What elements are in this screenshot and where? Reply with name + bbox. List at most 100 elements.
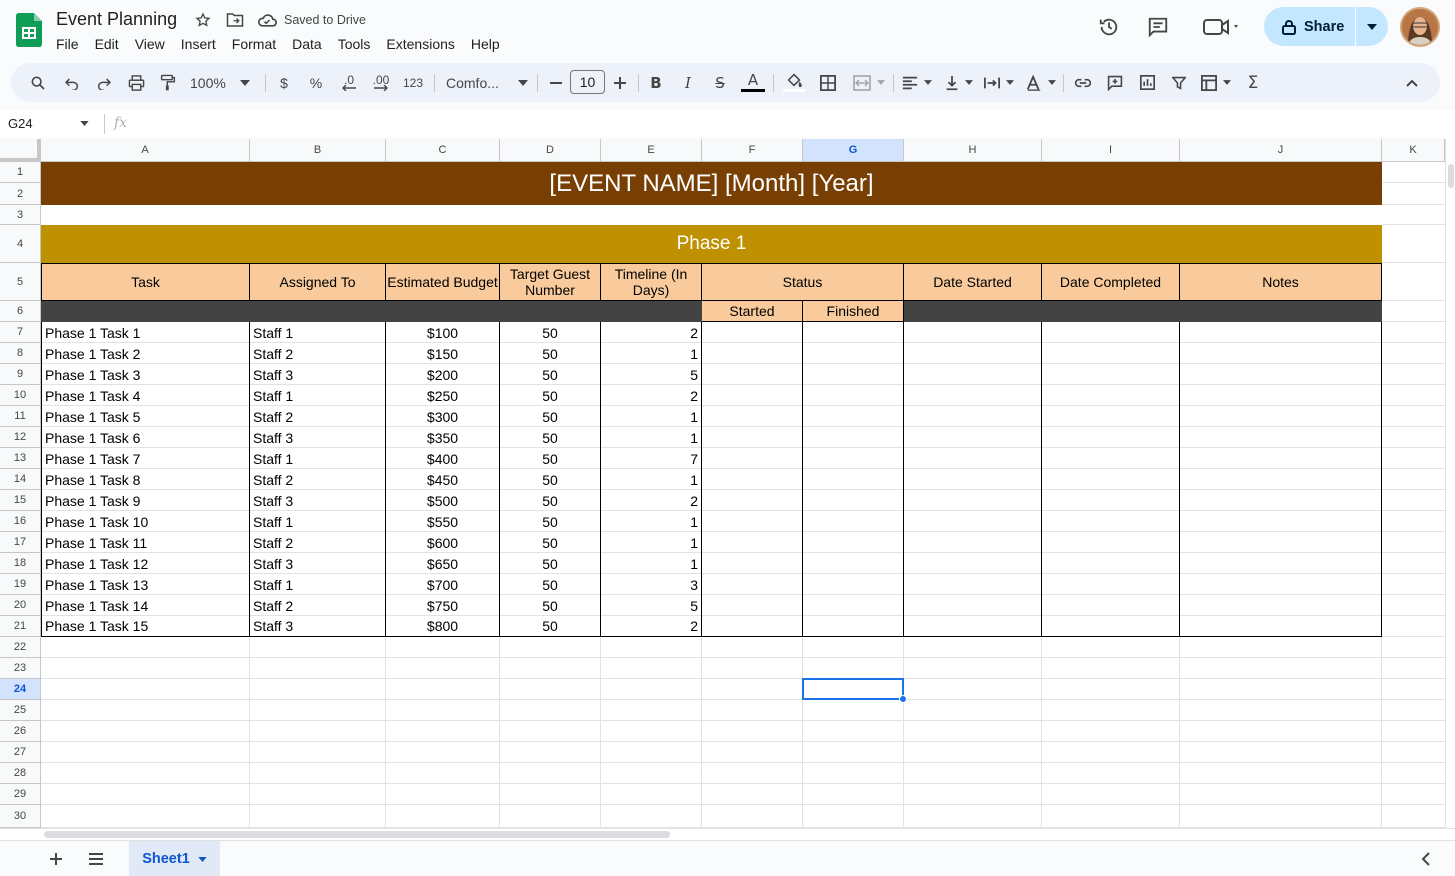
cell-empty[interactable] bbox=[1180, 490, 1382, 511]
menu-file[interactable]: File bbox=[48, 33, 87, 55]
cell-assigned[interactable]: Staff 1 bbox=[250, 574, 386, 595]
cell-assigned[interactable]: Staff 2 bbox=[250, 406, 386, 427]
cell-empty[interactable] bbox=[1042, 469, 1180, 490]
cell-empty[interactable] bbox=[904, 448, 1042, 469]
cell-empty[interactable] bbox=[904, 595, 1042, 616]
cell-empty[interactable] bbox=[702, 469, 803, 490]
horizontal-align-icon[interactable] bbox=[900, 63, 934, 102]
cell-task[interactable]: Phase 1 Task 14 bbox=[41, 595, 250, 616]
menu-data[interactable]: Data bbox=[284, 33, 330, 55]
row-header-20[interactable]: 20 bbox=[0, 595, 41, 616]
cell-assigned[interactable]: Staff 3 bbox=[250, 427, 386, 448]
cell-empty[interactable] bbox=[1042, 343, 1180, 364]
sheet-grid[interactable]: A B C D E F G H I J K 1 2 3 4 5 6 7 8 9 10 11 12 13 14 15 16 17 18 19… bbox=[0, 139, 1445, 828]
insert-link-icon[interactable] bbox=[1071, 63, 1095, 102]
sheet-list-toggle-icon[interactable] bbox=[1421, 852, 1431, 871]
cell-empty[interactable] bbox=[1180, 322, 1382, 343]
cell-timeline[interactable]: 1 bbox=[601, 406, 702, 427]
cell-task[interactable]: Phase 1 Task 1 bbox=[41, 322, 250, 343]
cell-guests[interactable]: 50 bbox=[500, 427, 601, 448]
column-header-i[interactable]: I bbox=[1042, 139, 1180, 162]
cell-guests[interactable]: 50 bbox=[500, 322, 601, 343]
cell-empty[interactable] bbox=[1042, 364, 1180, 385]
cell-empty[interactable] bbox=[803, 469, 904, 490]
meet-icon[interactable] bbox=[1200, 14, 1244, 40]
dark-row-left[interactable] bbox=[41, 301, 702, 322]
cell-guests[interactable]: 50 bbox=[500, 469, 601, 490]
menu-extensions[interactable]: Extensions bbox=[378, 33, 462, 55]
header-estimated-budget[interactable]: Estimated Budget bbox=[386, 263, 500, 301]
cell-task[interactable]: Phase 1 Task 5 bbox=[41, 406, 250, 427]
cell-empty[interactable] bbox=[1180, 343, 1382, 364]
row-header-29[interactable]: 29 bbox=[0, 784, 41, 805]
cell-timeline[interactable]: 2 bbox=[601, 322, 702, 343]
cell-budget[interactable]: $350 bbox=[386, 427, 500, 448]
currency-format-button[interactable]: $ bbox=[274, 63, 294, 102]
cell-empty[interactable] bbox=[803, 553, 904, 574]
insert-chart-icon[interactable] bbox=[1135, 63, 1159, 102]
row-header-25[interactable]: 25 bbox=[0, 700, 41, 721]
cell-budget[interactable]: $450 bbox=[386, 469, 500, 490]
cell-task[interactable]: Phase 1 Task 6 bbox=[41, 427, 250, 448]
column-header-e[interactable]: E bbox=[601, 139, 702, 162]
share-dropdown-button[interactable] bbox=[1356, 7, 1388, 46]
column-header-j[interactable]: J bbox=[1180, 139, 1382, 162]
cell-empty[interactable] bbox=[1042, 616, 1180, 637]
cell-empty[interactable] bbox=[904, 616, 1042, 637]
row-header-8[interactable]: 8 bbox=[0, 343, 41, 364]
move-folder-icon[interactable] bbox=[224, 10, 246, 30]
header-timeline[interactable]: Timeline (In Days) bbox=[601, 263, 702, 301]
star-icon[interactable] bbox=[192, 10, 214, 30]
increase-font-size-icon[interactable] bbox=[610, 63, 630, 102]
cell-empty[interactable] bbox=[702, 406, 803, 427]
add-sheet-icon[interactable] bbox=[47, 850, 65, 873]
menu-tools[interactable]: Tools bbox=[330, 33, 379, 55]
menu-edit[interactable]: Edit bbox=[87, 33, 127, 55]
cell-empty[interactable] bbox=[803, 490, 904, 511]
vertical-scrollbar[interactable] bbox=[1445, 139, 1455, 828]
cell-assigned[interactable]: Staff 2 bbox=[250, 343, 386, 364]
cell-timeline[interactable]: 3 bbox=[601, 574, 702, 595]
cell-empty[interactable] bbox=[702, 553, 803, 574]
cell-guests[interactable]: 50 bbox=[500, 406, 601, 427]
cell-empty[interactable] bbox=[904, 469, 1042, 490]
cell-assigned[interactable]: Staff 1 bbox=[250, 322, 386, 343]
select-all-corner[interactable] bbox=[0, 139, 41, 162]
comments-icon[interactable] bbox=[1145, 14, 1171, 40]
row-header-19[interactable]: 19 bbox=[0, 574, 41, 595]
cell-empty[interactable] bbox=[904, 574, 1042, 595]
cell-empty[interactable] bbox=[904, 343, 1042, 364]
caret-down-icon[interactable] bbox=[80, 121, 89, 126]
cell-guests[interactable]: 50 bbox=[500, 448, 601, 469]
cell-budget[interactable]: $550 bbox=[386, 511, 500, 532]
cell-assigned[interactable]: Staff 3 bbox=[250, 490, 386, 511]
cell-timeline[interactable]: 5 bbox=[601, 364, 702, 385]
text-rotation-icon[interactable] bbox=[1024, 63, 1058, 102]
phase-title[interactable]: Phase 1 bbox=[41, 225, 1382, 263]
bold-icon[interactable]: B bbox=[645, 63, 667, 102]
borders-icon[interactable] bbox=[816, 63, 840, 102]
cell-empty[interactable] bbox=[702, 385, 803, 406]
print-icon[interactable] bbox=[124, 63, 148, 102]
cell-empty[interactable] bbox=[702, 595, 803, 616]
cell-empty[interactable] bbox=[702, 511, 803, 532]
cell-empty[interactable] bbox=[1042, 574, 1180, 595]
dark-row-right[interactable] bbox=[904, 301, 1382, 322]
cell-task[interactable]: Phase 1 Task 13 bbox=[41, 574, 250, 595]
strikethrough-icon[interactable]: S bbox=[709, 63, 731, 102]
font-size-input[interactable]: 10 bbox=[570, 70, 605, 94]
zoom-select[interactable]: 100% bbox=[190, 63, 260, 102]
cell-timeline[interactable]: 7 bbox=[601, 448, 702, 469]
cell-timeline[interactable]: 1 bbox=[601, 427, 702, 448]
cell-empty[interactable] bbox=[1180, 574, 1382, 595]
row-header-11[interactable]: 11 bbox=[0, 406, 41, 427]
row-header-24[interactable]: 24 bbox=[0, 679, 41, 700]
menu-format[interactable]: Format bbox=[224, 33, 284, 55]
header-target-guest-number[interactable]: Target Guest Number bbox=[500, 263, 601, 301]
cell-empty[interactable] bbox=[1180, 595, 1382, 616]
cell-guests[interactable]: 50 bbox=[500, 364, 601, 385]
cell-budget[interactable]: $200 bbox=[386, 364, 500, 385]
cell-empty[interactable] bbox=[803, 532, 904, 553]
cell-timeline[interactable]: 1 bbox=[601, 511, 702, 532]
collapse-toolbar-icon[interactable] bbox=[1400, 63, 1424, 102]
